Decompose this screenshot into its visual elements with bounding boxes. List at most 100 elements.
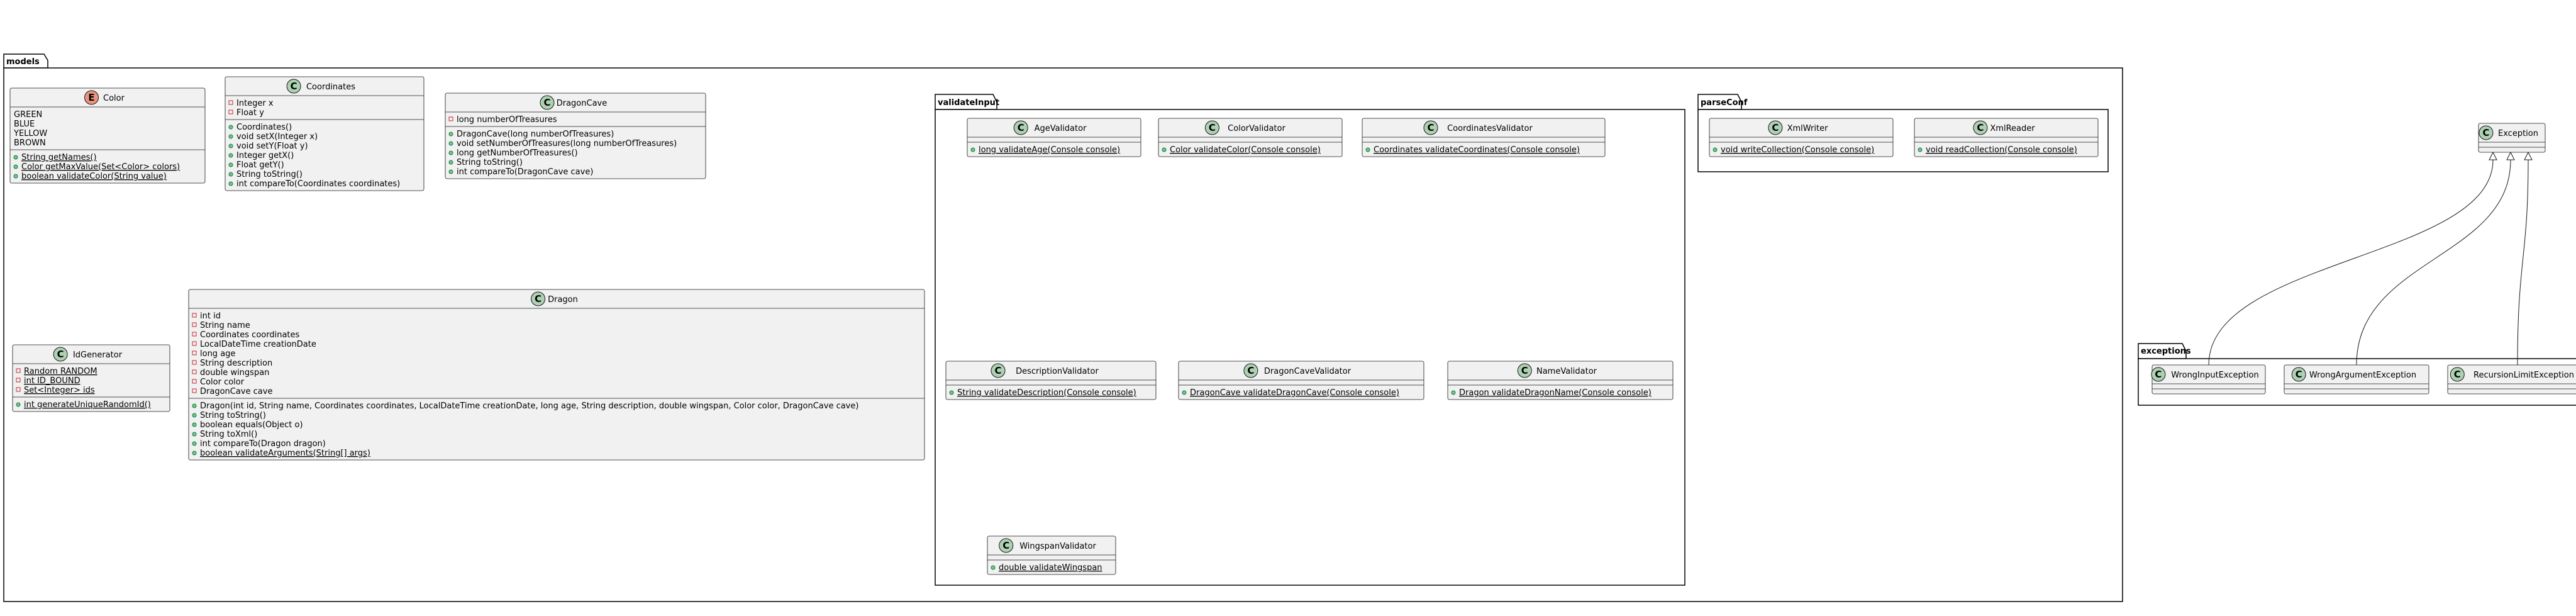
badge-letter: C: [1772, 122, 1779, 133]
public-visibility-icon: [448, 160, 453, 165]
class-name: WingspanValidator: [1019, 542, 1096, 551]
class-member: long age: [200, 349, 235, 359]
class-member: Integer getX(): [236, 151, 294, 160]
class-member: BROWN: [14, 138, 46, 148]
class-box: [188, 289, 925, 461]
class-member: void setNumberOfTreasures(long numberOfT…: [457, 139, 677, 148]
class-member: Random RANDOM: [24, 367, 97, 376]
inheritance-line: [2356, 159, 2511, 366]
class-wrongargumentexception: WrongArgumentException C: [2284, 364, 2429, 395]
class-member: Dragon validateDragonName(Console consol…: [1459, 388, 1652, 398]
public-visibility-icon: [228, 181, 233, 186]
badge-letter: C: [2482, 127, 2489, 138]
class-member: int compareTo(DragonCave cave): [457, 167, 593, 177]
class-name: DragonCaveValidator: [1264, 367, 1352, 376]
package-validateinput: validateInput: [935, 94, 1685, 586]
class-dragon: Dragon Cint idString nameCoordinates coor…: [188, 289, 925, 461]
class-member: Set<Integer> ids: [24, 386, 95, 395]
class-dragoncave: DragonCave Clong numberOfTreasures DragonC…: [445, 92, 706, 179]
public-visibility-icon: [991, 565, 996, 570]
public-visibility-icon: [1918, 147, 1923, 152]
class-agevalidator: AgeValidator Clong validateAge(Console co…: [967, 118, 1141, 157]
badge-letter: C: [1247, 365, 1254, 376]
badge-letter: C: [543, 97, 550, 108]
package-parseconf-title: parseConf: [1701, 98, 1748, 108]
class-member: Float y: [236, 108, 264, 118]
class-xmlwriter: XmlWriter Cvoid writeCollection(Console c…: [1709, 118, 1894, 157]
inheritance-arrowhead-icon: [2524, 151, 2533, 160]
public-visibility-icon: [949, 390, 954, 395]
badge-letter: E: [88, 92, 94, 103]
class-member: int ID_BOUND: [24, 376, 80, 386]
class-member: double validateWingspan: [999, 563, 1102, 573]
badge-letter: C: [535, 293, 541, 305]
public-visibility-icon: [1182, 390, 1187, 395]
class-member: long getNumberOfTreasures(): [457, 148, 578, 158]
public-visibility-icon: [192, 432, 197, 437]
class-wingspanvalidator: WingspanValidator Cdouble validateWingspa…: [987, 535, 1116, 575]
badge-letter: C: [1427, 122, 1434, 133]
inheritance-recursionlimitexception: [2517, 151, 2533, 366]
public-visibility-icon: [1162, 147, 1167, 152]
public-visibility-icon: [228, 172, 233, 177]
class-member: Coordinates validateCoordinates(Console …: [1374, 145, 1580, 155]
class-member: String toString(): [236, 170, 303, 179]
class-member: GREEN: [14, 110, 42, 120]
badge-letter: C: [2155, 369, 2162, 380]
class-name: CoordinatesValidator: [1447, 124, 1533, 133]
public-visibility-icon: [448, 169, 453, 174]
class-member: Float getY(): [236, 160, 284, 170]
class-member: String toString(): [457, 158, 523, 167]
class-member: String name: [200, 321, 250, 330]
public-visibility-icon: [448, 132, 453, 137]
badge-letter: C: [1209, 122, 1216, 133]
class-member: DragonCave(long numberOfTreasures): [457, 130, 614, 139]
class-member: Color color: [200, 378, 245, 387]
class-member: String description: [200, 359, 272, 368]
inheritance-arrowhead-icon: [2489, 151, 2497, 160]
class-member: BLUE: [14, 120, 35, 129]
public-visibility-icon: [13, 155, 18, 160]
public-visibility-icon: [970, 147, 975, 152]
class-member: Integer x: [236, 99, 274, 108]
class-member: YELLOW: [13, 129, 47, 138]
class-wronginputexception: WrongInputException C: [2151, 364, 2266, 395]
badge-letter: C: [1521, 365, 1528, 376]
inheritance-wronginputexception: [2208, 151, 2497, 366]
class-member: long validateAge(Console console): [979, 145, 1120, 155]
class-member: int compareTo(Dragon dragon): [200, 439, 326, 449]
inheritance-line: [2208, 159, 2494, 366]
inheritance-wrongargumentexception: [2356, 151, 2515, 366]
class-member: boolean equals(Object o): [200, 420, 303, 430]
class-member: double wingspan: [200, 368, 269, 378]
public-visibility-icon: [16, 402, 21, 407]
badge-letter: C: [2454, 369, 2461, 380]
inheritance-line: [2517, 159, 2529, 366]
badge-letter: C: [1002, 540, 1009, 551]
class-member: void writeCollection(Console console): [1721, 145, 1874, 155]
class-name: DescriptionValidator: [1016, 367, 1099, 376]
class-recursionlimitexception: RecursionLimitException C: [2447, 364, 2576, 395]
public-visibility-icon: [1365, 147, 1370, 152]
class-member: boolean validateArguments(String[] args): [200, 449, 370, 458]
badge-letter: C: [291, 81, 297, 92]
class-name: WrongInputException: [2171, 371, 2258, 380]
class-member: void setX(Integer x): [236, 132, 318, 142]
badge-letter: C: [57, 349, 64, 360]
public-visibility-icon: [228, 162, 233, 167]
inheritance-arrowhead-icon: [2506, 151, 2515, 160]
class-name: IdGenerator: [73, 350, 123, 360]
class-exception: Exception C: [2478, 123, 2546, 153]
public-visibility-icon: [228, 143, 233, 148]
badge-letter: C: [1018, 122, 1024, 133]
class-member: void readCollection(Console console): [1926, 145, 2077, 155]
public-visibility-icon: [13, 164, 18, 169]
class-name: Dragon: [548, 295, 578, 305]
public-visibility-icon: [13, 174, 18, 179]
public-visibility-icon: [228, 134, 233, 139]
public-visibility-icon: [228, 125, 233, 130]
class-coordinates: Coordinates C Integer xFloat y Coordinates(…: [225, 76, 425, 191]
class-member: LocalDateTime creationDate: [200, 340, 316, 349]
class-member: int id: [200, 311, 221, 321]
inheritance-relations: [2208, 151, 2533, 366]
